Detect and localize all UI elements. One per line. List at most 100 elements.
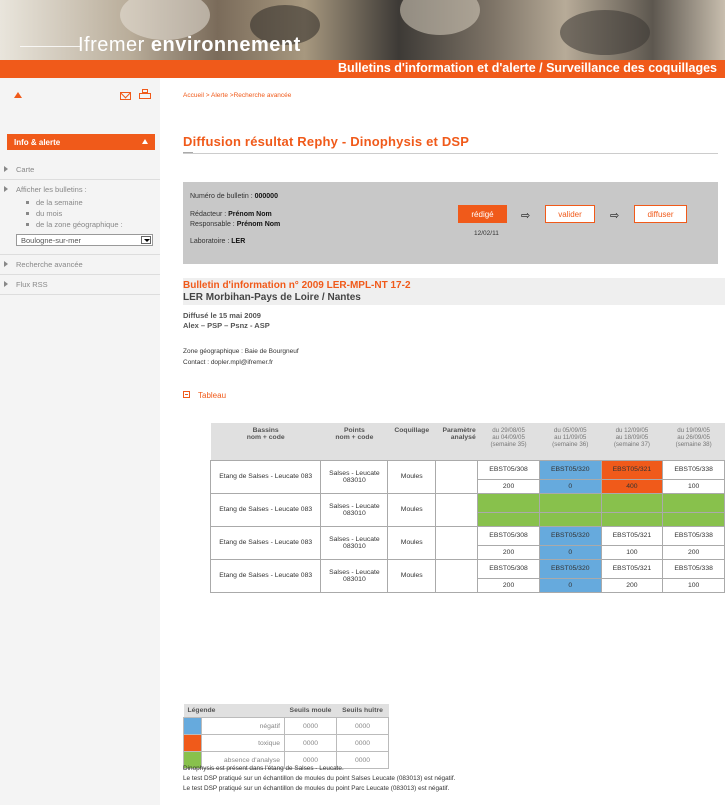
- legend-col-huitre: Seuils huître: [336, 704, 389, 718]
- cell-sample-code: EBST05/321: [600, 558, 664, 579]
- cell-point: Salses - Leucate 083010: [320, 558, 389, 593]
- labo-label: Laboratoire :: [190, 238, 230, 245]
- contact-email[interactable]: Contact : dopler.mpl@ifremer.fr: [183, 359, 273, 366]
- section-bar: Bulletins d'information et d'alerte / Su…: [0, 60, 725, 78]
- col-bassins-title: Bassins: [252, 427, 279, 434]
- legend-table: Légende Seuils moule Seuils huître négat…: [183, 704, 389, 769]
- bulletin-number-label: Numéro de bulletin :: [190, 193, 253, 200]
- cell-coquillage: Moules: [387, 492, 437, 527]
- brand-light: Ifremer: [78, 34, 145, 56]
- legend-swatch: [183, 734, 202, 752]
- cell-site: Etang de Salses - Leucate 083: [209, 492, 322, 527]
- print-icon[interactable]: [139, 89, 151, 101]
- cell-sample-value: 100: [600, 544, 664, 560]
- table-row: Etang de Salses - Leucate 083 Salses - Le…: [209, 492, 725, 527]
- table-header-row: Bassins nom + code Points nom + code Coqui…: [210, 423, 725, 460]
- bulletins-submenu: de la semaine du mois de la zone géograp…: [16, 197, 160, 230]
- period-week: (semaine 36): [552, 441, 589, 448]
- legend-title: Légende: [183, 704, 285, 718]
- period-week: (semaine 37): [613, 441, 650, 448]
- mail-icon[interactable]: [120, 92, 131, 100]
- tableau-toggle[interactable]: Tableau: [183, 391, 226, 400]
- period-to: au 26/09/05: [677, 434, 710, 441]
- legend-value-huitre: 0000: [336, 734, 389, 752]
- sidebar-section-header[interactable]: Info & alerte: [7, 134, 155, 150]
- sidebar-item-bulletins: Afficher les bulletins : de la semaine d…: [0, 180, 160, 255]
- cell-sample-code: EBST05/320: [538, 558, 602, 579]
- cell-site: Etang de Salses - Leucate 083: [209, 459, 322, 494]
- point-code: 083010: [343, 509, 366, 517]
- cell-coquillage: Moules: [387, 558, 437, 593]
- period-from: du 12/09/05: [615, 427, 649, 434]
- bulletin-toxins: Alex – PSP – Psnz - ASP: [183, 321, 270, 330]
- scroll-top-icon[interactable]: [14, 92, 22, 98]
- legend-row: négatif 0000 0000: [183, 717, 389, 735]
- col-period-2: du 05/09/05 au 11/09/05 (semaine 36): [539, 423, 602, 460]
- arrow-right-icon: [4, 166, 8, 172]
- shell-decoration: [400, 0, 480, 35]
- submenu-item-mois[interactable]: du mois: [26, 208, 160, 219]
- cell-sample-value: 200: [662, 544, 725, 560]
- bulletin-date: Diffusé le 15 mai 2009: [183, 311, 261, 320]
- redige-button[interactable]: rédigé: [458, 205, 507, 223]
- cell-sample-value: 0: [538, 577, 602, 593]
- period-week: (semaine 38): [675, 441, 712, 448]
- period-from: du 05/09/05: [553, 427, 587, 434]
- tableau-label: Tableau: [198, 391, 227, 400]
- arrow-right-icon: [4, 186, 8, 192]
- page: Ifremer environnement Bulletins d'inform…: [0, 0, 725, 805]
- cell-parametre: [435, 558, 479, 593]
- footer-notes: Dinophysis est présent dans l'étang de S…: [183, 764, 455, 794]
- breadcrumb[interactable]: Accueil > Alerte >Recherche avancée: [183, 92, 291, 99]
- cell-sample-code: [600, 492, 664, 513]
- cell-sample-code: [538, 492, 602, 513]
- sidebar-item-carte[interactable]: Carte: [0, 160, 160, 180]
- cell-sample-code: EBST05/308: [477, 525, 540, 546]
- zone-select-value: Boulogne-sur-mer: [21, 236, 82, 245]
- sidebar-item-rss[interactable]: Flux RSS: [0, 275, 160, 295]
- point-name: Salses - Leucate: [329, 469, 380, 477]
- col-points-title: Points: [344, 427, 365, 434]
- legend-label: négatif: [201, 717, 285, 735]
- dropdown-arrow-icon: [141, 236, 151, 244]
- footer-note: Dinophysis est présent dans l'étang de S…: [183, 765, 344, 772]
- cell-sample-code: EBST05/308: [477, 459, 540, 480]
- table-row: Etang de Salses - Leucate 083 Salses - Le…: [209, 459, 725, 494]
- shell-decoration: [560, 10, 650, 55]
- footer-note: Le test DSP pratiqué sur un échantillon …: [183, 785, 450, 792]
- cell-sample-code: EBST05/321: [600, 459, 664, 480]
- sidebar-item-label: Flux RSS: [16, 280, 48, 289]
- bulletin-title: Bulletin d'information n° 2009 LER-MPL-N…: [183, 280, 411, 291]
- sidebar-section-title: Info & alerte: [14, 138, 61, 147]
- cell-sample-code: [477, 492, 540, 513]
- cell-sample-value: [538, 511, 602, 527]
- collapse-icon: [183, 391, 190, 398]
- responsable-label: Responsable :: [190, 221, 235, 228]
- cell-parametre: [435, 459, 479, 494]
- point-name: Salses - Leucate: [329, 568, 380, 576]
- diffuser-button[interactable]: diffuser: [634, 205, 687, 223]
- submenu-item-zone[interactable]: de la zone géographique :: [26, 219, 160, 230]
- redacteur-label: Rédacteur :: [190, 211, 227, 218]
- laboratoire: Laboratoire : LER: [190, 238, 245, 245]
- workflow-date: 12/02/11: [474, 230, 499, 237]
- banner-line: [20, 46, 80, 47]
- valider-button[interactable]: valider: [545, 205, 595, 223]
- cell-sample-value: 100: [662, 577, 725, 593]
- bulletin-number-value: 000000: [254, 193, 278, 200]
- cell-sample-value: [662, 511, 725, 527]
- submenu-item-semaine[interactable]: de la semaine: [26, 197, 160, 208]
- point-name: Salses - Leucate: [329, 535, 380, 543]
- bulletin-subtitle: LER Morbihan-Pays de Loire / Nantes: [183, 292, 361, 303]
- footer-note: Le test DSP pratiqué sur un échantillon …: [183, 775, 456, 782]
- brand-logo[interactable]: Ifremer environnement: [78, 34, 301, 57]
- zone-select[interactable]: Boulogne-sur-mer: [16, 234, 153, 246]
- point-code: 083010: [343, 575, 366, 583]
- page-title: Diffusion résultat Rephy - Dinophysis et…: [183, 134, 470, 149]
- col-parametre-title: Paramètre: [442, 427, 476, 434]
- cell-sample-value: 100: [662, 478, 725, 494]
- arrow-right-icon: ⇨: [610, 210, 620, 222]
- sidebar-item-label: Afficher les bulletins :: [16, 185, 87, 194]
- redacteur-value: Prénom Nom: [228, 211, 272, 218]
- sidebar-item-recherche[interactable]: Recherche avancée: [0, 255, 160, 275]
